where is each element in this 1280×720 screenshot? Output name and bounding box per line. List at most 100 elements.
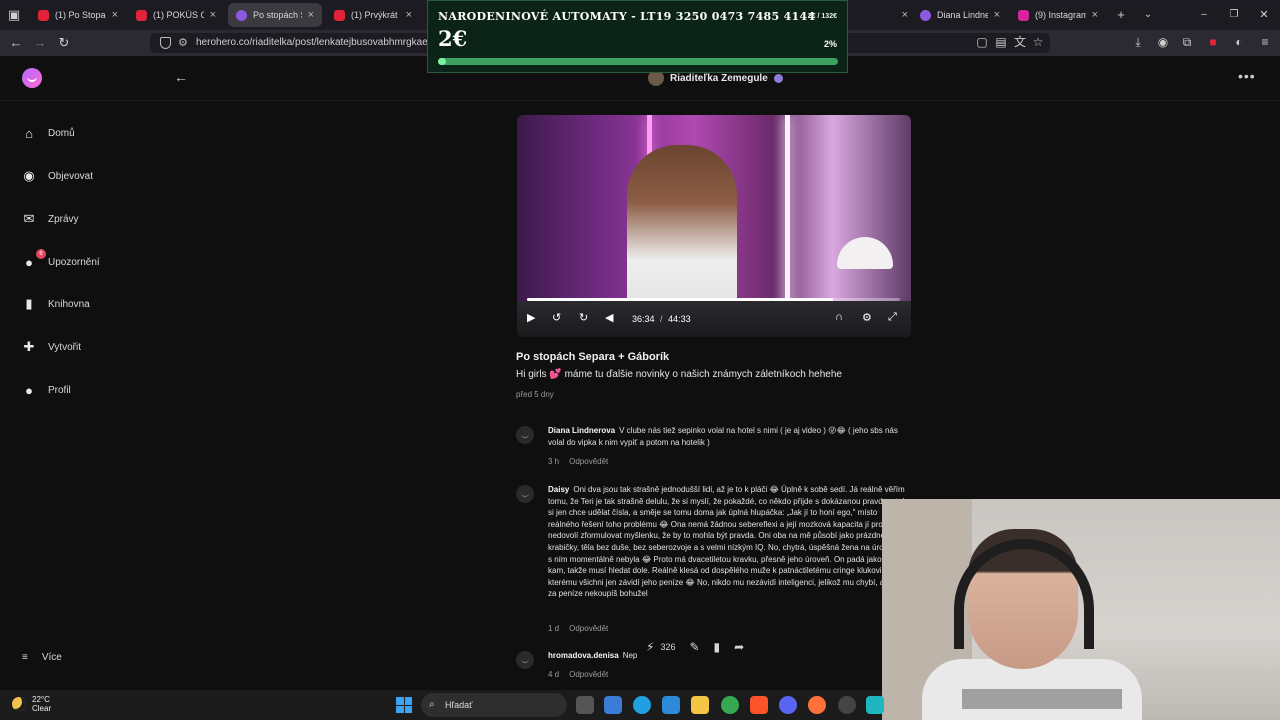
fullscreen-icon[interactable]: ⤢ (888, 311, 897, 324)
tab-6[interactable]: (9) Instagram × (1010, 3, 1106, 27)
close-tab-icon[interactable]: × (406, 9, 412, 21)
shirt-print (962, 689, 1122, 709)
close-tab-icon[interactable]: × (112, 9, 118, 21)
tab-1[interactable]: (1) Po Stopach d × (30, 3, 126, 27)
comment-meta: 4 d Odpovědět (548, 670, 608, 679)
comment-avatar[interactable] (516, 426, 534, 444)
taskbar-search[interactable]: ⌕ Hľadať (421, 693, 567, 717)
file-explorer-icon[interactable] (691, 696, 709, 714)
close-tab-icon[interactable]: × (902, 9, 908, 21)
brave-icon[interactable] (750, 696, 768, 714)
notification-badge: 6 (36, 249, 46, 259)
app-icon[interactable] (866, 696, 884, 714)
sidebar-item-create[interactable]: ✚ Vytvořit (22, 339, 81, 354)
edge-icon[interactable] (633, 696, 651, 714)
volume-icon[interactable]: ◀ (605, 311, 613, 324)
tab-3-active[interactable]: Po stopách Sepa × (228, 3, 322, 27)
back-arrow-icon[interactable]: ← (174, 69, 188, 85)
herohero-logo-icon[interactable] (22, 68, 42, 88)
bookmark-icon[interactable]: ▮ (714, 640, 721, 654)
youtube-favicon-icon (136, 9, 147, 21)
donation-goal-overlay: NARODENINOVÉ AUTOMATY - LT19 3250 0473 7… (427, 0, 848, 73)
weather-text: 22°C Clear (32, 695, 51, 713)
play-icon[interactable]: ▶ (527, 311, 535, 324)
hamburger-icon: ≡ (22, 652, 28, 663)
task-view-icon[interactable] (576, 696, 594, 714)
tab-2[interactable]: (1) POKÚS O ZN/ × (128, 3, 224, 27)
video-time: 36:34 / 44:33 (632, 314, 691, 324)
rewind-10-icon[interactable]: ↺ (552, 311, 561, 324)
minimize-icon[interactable]: – (1196, 7, 1212, 23)
comment-time: 4 d (548, 670, 560, 679)
windows-start-icon[interactable] (396, 697, 412, 713)
verified-badge-icon (773, 73, 783, 83)
donation-progress-fill (438, 58, 446, 65)
comment-text: Daisy Oni dva jsou tak strašně jednodušší… (548, 484, 910, 614)
settings-gear-icon[interactable]: ⚙ (862, 311, 872, 324)
picture-in-picture-icon[interactable]: ▢ (975, 35, 989, 49)
headphones-icon[interactable]: ∩ (835, 311, 843, 323)
obs-icon[interactable] (838, 696, 856, 714)
discord-icon[interactable] (779, 696, 797, 714)
close-tab-icon[interactable]: × (210, 9, 216, 21)
reload-icon[interactable]: ↻ (56, 35, 72, 51)
weather-widget[interactable]: 22°C Clear (12, 695, 51, 713)
close-window-icon[interactable]: ✕ (1256, 7, 1272, 23)
comment-author[interactable]: hromadova.denisa (548, 651, 619, 660)
sidebar-item-notifications[interactable]: ● 6 Upozornění (22, 249, 100, 270)
new-tab-button[interactable]: + (1113, 7, 1129, 23)
maximize-icon[interactable]: ❐ (1226, 7, 1242, 23)
translate-icon[interactable]: 文 (1013, 35, 1027, 49)
instagram-favicon-icon (1018, 9, 1029, 21)
reply-button[interactable]: Odpovědět (569, 457, 608, 466)
comment-avatar[interactable] (516, 485, 534, 503)
sidebar-more[interactable]: ≡ Více (22, 652, 62, 663)
donation-progress-bar (438, 58, 838, 65)
close-tab-icon[interactable]: × (994, 9, 1000, 21)
temperature: 22°C (32, 695, 50, 704)
tab-overview-icon[interactable]: ▣ (6, 7, 22, 23)
video-player[interactable]: ▶ ↺ ↻ ◀ 36:34 / 44:33 ∩ ⚙ ⤢ (517, 115, 911, 337)
close-tab-icon[interactable]: × (1092, 9, 1098, 21)
bookmark-icon: ▮ (25, 296, 33, 311)
tab-close-partial[interactable]: × (898, 3, 908, 27)
sidebar-item-profile[interactable]: ● Profil (22, 383, 71, 398)
firefox-icon[interactable] (808, 696, 826, 714)
forward-10-icon[interactable]: ↻ (579, 311, 588, 324)
comment-author[interactable]: Daisy (548, 485, 569, 494)
bookmark-star-icon[interactable]: ☆ (1031, 35, 1045, 49)
extension-badge-icon[interactable]: ■ (1206, 35, 1220, 49)
download-icon[interactable]: ⤓ (1131, 35, 1145, 49)
windows-taskbar: 22°C Clear ⌕ Hľadať (0, 690, 884, 720)
close-tab-icon[interactable]: × (308, 9, 314, 21)
sidebar-item-home[interactable]: ⌂ Domů (22, 126, 75, 141)
site-settings-icon[interactable]: ⚙ (178, 33, 188, 53)
search-placeholder: Hľadať (445, 700, 473, 710)
reply-button[interactable]: Odpovědět (569, 624, 608, 633)
tab-5[interactable]: Diana Lindnerová × (912, 3, 1008, 27)
sidebar-item-discover[interactable]: ◉ Objevovat (22, 168, 93, 183)
tab-list-chevron-icon[interactable]: ⌄ (1140, 7, 1156, 23)
video-progress-bar[interactable] (527, 298, 900, 301)
sidebar-item-library[interactable]: ▮ Knihovna (22, 296, 89, 311)
forward-icon[interactable]: → (32, 35, 48, 51)
like-button[interactable]: ⚡ 326 (646, 640, 675, 654)
photos-icon[interactable] (662, 696, 680, 714)
share-icon[interactable]: ➦ (734, 640, 744, 654)
tab-4[interactable]: (1) Prvýkrát Skúš × (326, 3, 420, 27)
back-icon[interactable]: ← (8, 35, 24, 51)
reply-button[interactable]: Odpovědět (569, 670, 608, 679)
chrome-icon[interactable] (721, 696, 739, 714)
reader-view-icon[interactable]: ▤ (994, 35, 1008, 49)
comment-avatar[interactable] (516, 651, 534, 669)
sidebar-item-messages[interactable]: ✉ Zprávy (22, 211, 79, 226)
extensions-icon[interactable]: ⧉ (1180, 35, 1194, 49)
account-icon[interactable]: ◉ (1156, 35, 1170, 49)
more-options-icon[interactable]: ••• (1238, 68, 1256, 84)
youtube-favicon-icon (334, 9, 345, 21)
comment-add-icon[interactable]: ✎ (689, 640, 699, 654)
menu-icon[interactable]: ≡ (1258, 35, 1272, 49)
comment-author[interactable]: Diana Lindnerova (548, 426, 615, 435)
extension-icon[interactable]: ◐ (1232, 35, 1246, 49)
store-icon[interactable] (604, 696, 622, 714)
